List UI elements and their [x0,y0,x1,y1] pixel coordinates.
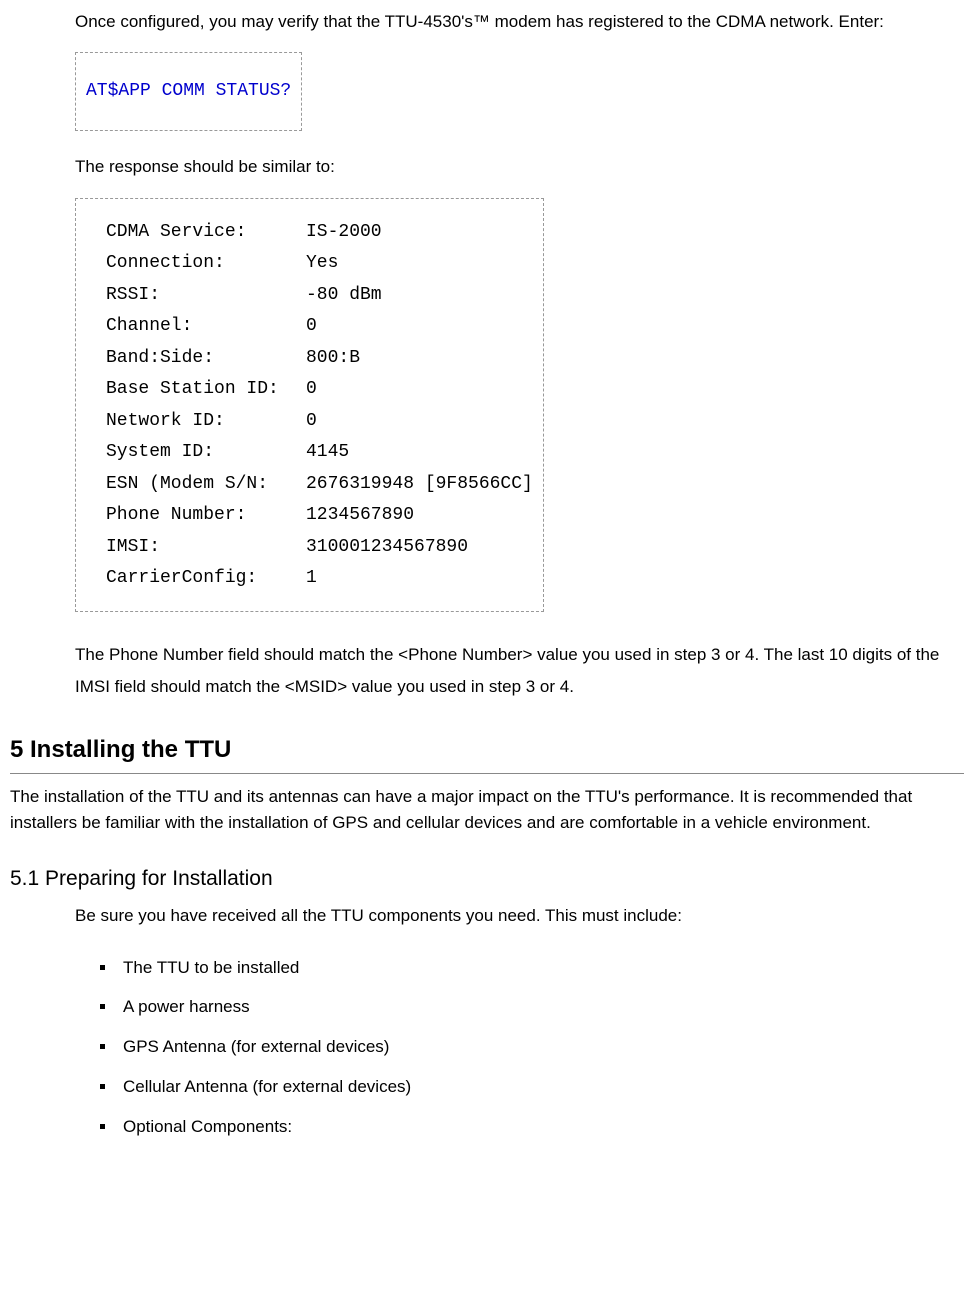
status-value: 0 [306,406,533,438]
status-row: RSSI:-80 dBm [106,280,533,312]
section-5-1-heading: 5.1 Preparing for Installation [10,864,964,893]
list-item: Optional Components: [117,1107,964,1147]
status-row: IMSI:310001234567890 [106,532,533,564]
status-value: -80 dBm [306,280,533,312]
status-label: Connection: [106,248,306,280]
status-row: ESN (Modem S/N:2676319948 [9F8566CC] [106,469,533,501]
list-item: A power harness [117,987,964,1027]
status-value: 0 [306,311,533,343]
section-5-heading: 5 Installing the TTU [10,733,964,774]
status-value: 0 [306,374,533,406]
status-row: Phone Number:1234567890 [106,500,533,532]
status-label: Band:Side: [106,343,306,375]
status-value: Yes [306,248,533,280]
status-value: 2676319948 [9F8566CC] [306,469,533,501]
status-label: ESN (Modem S/N: [106,469,306,501]
at-command: AT$APP COMM STATUS? [86,81,291,101]
status-row: Connection:Yes [106,248,533,280]
status-value: 800:B [306,343,533,375]
status-table: CDMA Service:IS-2000Connection:YesRSSI:-… [106,217,533,595]
list-item: GPS Antenna (for external devices) [117,1027,964,1067]
section-5-1-lead: Be sure you have received all the TTU co… [75,904,964,928]
list-item: Cellular Antenna (for external devices) [117,1067,964,1107]
components-list: The TTU to be installedA power harnessGP… [75,948,964,1147]
section-5-body: The installation of the TTU and its ante… [10,784,964,837]
status-value: 310001234567890 [306,532,533,564]
status-label: Base Station ID: [106,374,306,406]
list-item: The TTU to be installed [117,948,964,988]
status-label: Channel: [106,311,306,343]
status-value: IS-2000 [306,217,533,249]
status-label: System ID: [106,437,306,469]
status-label: RSSI: [106,280,306,312]
status-label: CarrierConfig: [106,563,306,595]
intro-paragraph: Once configured, you may verify that the… [75,6,964,38]
status-label: Phone Number: [106,500,306,532]
status-value: 4145 [306,437,533,469]
after-paragraph: The Phone Number field should match the … [75,639,964,704]
status-label: IMSI: [106,532,306,564]
status-row: CDMA Service:IS-2000 [106,217,533,249]
status-response-box: CDMA Service:IS-2000Connection:YesRSSI:-… [75,198,544,612]
status-row: Band:Side:800:B [106,343,533,375]
status-row: Base Station ID:0 [106,374,533,406]
command-box: AT$APP COMM STATUS? [75,52,302,131]
response-lead: The response should be similar to: [75,151,964,183]
status-label: CDMA Service: [106,217,306,249]
status-value: 1234567890 [306,500,533,532]
status-value: 1 [306,563,533,595]
status-row: CarrierConfig:1 [106,563,533,595]
status-row: Network ID:0 [106,406,533,438]
status-row: System ID:4145 [106,437,533,469]
status-label: Network ID: [106,406,306,438]
status-row: Channel:0 [106,311,533,343]
